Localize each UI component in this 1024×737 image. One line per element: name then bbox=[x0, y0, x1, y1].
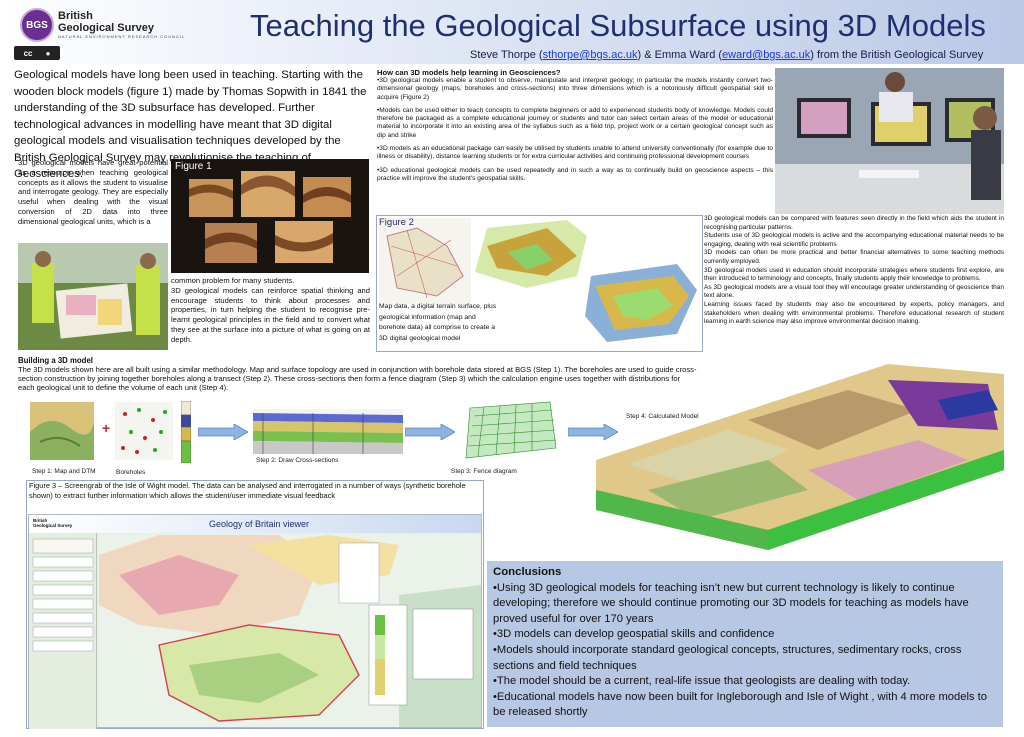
figure2-panel: Figure 2 Map data, a digital terrain sur… bbox=[376, 215, 703, 352]
figure1-wooden-models-image bbox=[171, 159, 369, 273]
conclusions-section: Conclusions •Using 3D geological models … bbox=[487, 561, 1003, 727]
arrow-step1-to-2-icon bbox=[197, 423, 249, 441]
borehole-log-column bbox=[180, 400, 192, 464]
step1-map-illustration bbox=[30, 402, 94, 460]
cross-section-illustration bbox=[253, 409, 403, 454]
column2-text-a: common problem for many students. bbox=[171, 276, 295, 285]
how-point-2: •Models can be used either to teach conc… bbox=[377, 106, 773, 139]
creative-commons-icon: cc ● bbox=[14, 46, 60, 60]
conclusion-item-5: •Educational models have now been built … bbox=[493, 690, 987, 719]
plus-sign: + bbox=[102, 420, 111, 436]
org-line1: British bbox=[58, 10, 93, 22]
viewer-sidebar-illustration bbox=[32, 538, 94, 652]
conclusions-heading: Conclusions bbox=[493, 566, 562, 578]
borehole-log-illustration bbox=[180, 400, 192, 464]
email-link-thorpe[interactable]: sthorpe@bgs.ac.uk bbox=[543, 49, 638, 61]
conclusion-item-2: •3D models can develop geospatial skills… bbox=[493, 628, 775, 641]
org-line2: Geological Survey bbox=[58, 22, 154, 34]
authors-mid: ) & Emma Ward ( bbox=[637, 49, 723, 61]
boreholes-illustration bbox=[121, 408, 167, 454]
email-link-ward[interactable]: eward@bgs.ac.uk bbox=[722, 49, 810, 61]
boreholes-image bbox=[115, 402, 173, 460]
step2-label: Step 2: Draw Cross-sections bbox=[256, 457, 339, 464]
cc-text: cc bbox=[23, 48, 33, 58]
step2-cross-sections-image bbox=[253, 409, 403, 454]
how-point-4: •3D educational geological models can be… bbox=[377, 166, 773, 182]
viewer-logo-line2: Geological Survey bbox=[33, 523, 73, 528]
how-point-1: •3D geological models enable a student t… bbox=[377, 77, 773, 101]
org-name: British Geological Survey bbox=[58, 10, 154, 34]
fence-diagram-illustration bbox=[465, 401, 557, 459]
wooden-blocks-illustration bbox=[189, 171, 351, 263]
field-students-photo bbox=[18, 243, 168, 350]
viewer-map-illustration bbox=[99, 535, 481, 727]
right-column-text: 3D geological models can be compared wit… bbox=[704, 215, 1004, 326]
viewer-title: Geology of Britain viewer bbox=[209, 519, 310, 529]
geology-viewer-screenshot: British Geological Survey Geology of Bri… bbox=[28, 514, 482, 729]
field-photo-illustration bbox=[18, 243, 168, 350]
how-heading: How can 3D models help learning in Geosc… bbox=[377, 68, 561, 77]
arrow-step2-to-3-icon bbox=[404, 423, 456, 441]
classroom-illustration bbox=[775, 68, 1004, 214]
figure1-label: Figure 1 bbox=[175, 161, 212, 172]
authors-line: Steve Thorpe (sthorpe@bgs.ac.uk) & Emma … bbox=[470, 49, 983, 61]
org-subtitle: NATURAL ENVIRONMENT RESEARCH COUNCIL bbox=[58, 34, 186, 39]
column2-text-b: 3D geological models can reinforce spati… bbox=[171, 285, 370, 344]
conclusion-item-1: •Using 3D geological models for teaching… bbox=[493, 581, 969, 625]
figure2-caption: Map data, a digital terrain surface, plu… bbox=[379, 303, 497, 342]
authors-prefix: Steve Thorpe ( bbox=[470, 49, 543, 61]
how-models-help-section: How can 3D models help learning in Geosc… bbox=[377, 68, 773, 214]
step1-label: Step 1: Map and DTM bbox=[32, 468, 96, 475]
step4-calculated-model-image bbox=[588, 360, 1008, 556]
column2-text: common problem for many students. 3D geo… bbox=[171, 276, 370, 345]
logo-text: BGS bbox=[26, 19, 48, 31]
classroom-photo bbox=[775, 68, 1004, 214]
poster-title: Teaching the Geological Subsurface using… bbox=[250, 8, 986, 43]
attribution-icon: ● bbox=[45, 48, 51, 58]
step1-map-image bbox=[30, 402, 94, 460]
figure3-caption: Figure 3 – Screengrab of the Isle of Wig… bbox=[29, 481, 466, 501]
viewer-map-area[interactable] bbox=[99, 535, 481, 727]
how-point-3: •3D models as an educational package can… bbox=[377, 145, 773, 161]
step3-label: Step 3: Fence diagram bbox=[451, 468, 517, 475]
authors-suffix: ) from the British Geological Survey bbox=[810, 49, 984, 61]
conclusion-item-4: •The model should be a current, real-lif… bbox=[493, 675, 911, 688]
viewer-logo: British Geological Survey bbox=[33, 518, 72, 528]
figure2-label: Figure 2 bbox=[379, 217, 414, 228]
viewer-sidebar bbox=[29, 533, 97, 729]
bgs-logo-icon: BGS bbox=[20, 8, 54, 42]
boreholes-label: Boreholes bbox=[116, 469, 146, 476]
column1-text: 3D geological models have great potentia… bbox=[18, 158, 168, 226]
calculated-model-illustration bbox=[596, 364, 1004, 550]
conclusion-item-3: •Models should incorporate standard geol… bbox=[493, 643, 962, 672]
step3-fence-diagram-image bbox=[460, 398, 560, 466]
